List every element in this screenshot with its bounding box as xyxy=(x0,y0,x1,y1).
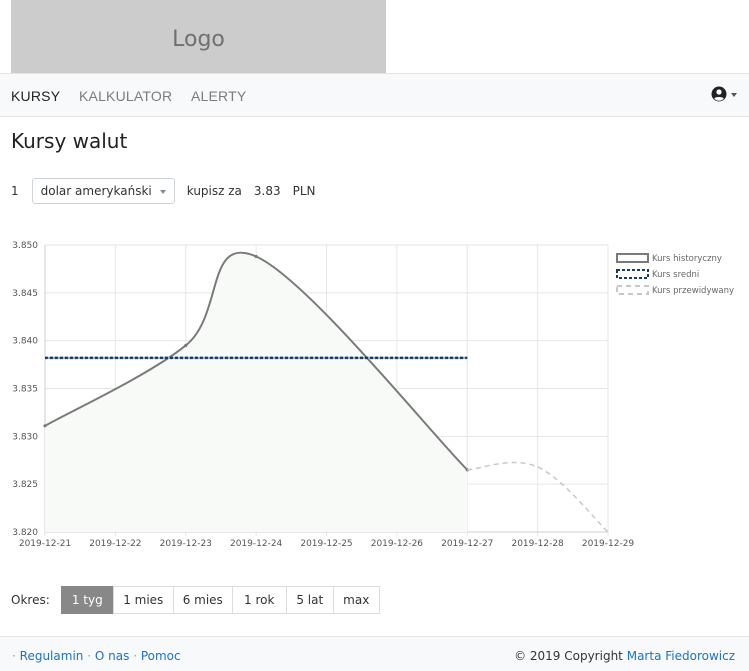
period-button-max[interactable]: max xyxy=(332,586,380,614)
x-tick-label: 2019-12-29 xyxy=(582,539,635,549)
y-tick-label: 3.850 xyxy=(12,241,38,251)
chevron-down-icon xyxy=(159,190,166,194)
x-tick-label: 2019-12-25 xyxy=(300,539,352,549)
y-tick-label: 3.835 xyxy=(12,385,38,395)
period-button-1-rok[interactable]: 1 rok xyxy=(231,586,287,614)
y-tick-label: 3.845 xyxy=(12,289,38,299)
data-point xyxy=(43,424,47,428)
data-point xyxy=(184,343,188,348)
period-selector: Okres: 1 tyg 1 mies 6 mies 1 rok 5 lat m… xyxy=(11,586,380,614)
period-button-6-mies[interactable]: 6 mies xyxy=(172,586,233,614)
nav-alerty[interactable]: ALERTY xyxy=(191,88,246,104)
amount-value[interactable]: 1 xyxy=(11,184,19,198)
x-tick-label: 2019-12-21 xyxy=(19,539,71,549)
author-link[interactable]: Marta Fiedorowicz xyxy=(627,649,735,663)
x-tick-label: 2019-12-24 xyxy=(230,539,283,549)
x-tick-label: 2019-12-28 xyxy=(511,539,564,549)
copyright-text: © 2019 Copyright xyxy=(514,649,623,663)
currency-select[interactable]: dolar amerykański xyxy=(31,178,175,204)
separator: · xyxy=(87,649,92,663)
chevron-down-icon xyxy=(731,93,737,97)
period-button-group: 1 tyg 1 mies 6 mies 1 rok 5 lat max xyxy=(60,586,380,614)
x-tick-label: 2019-12-26 xyxy=(371,539,424,549)
legend-label: Kurs historyczny xyxy=(652,254,722,264)
nav-kursy[interactable]: KURSY xyxy=(11,88,60,104)
separator: · xyxy=(12,649,16,663)
data-point xyxy=(254,254,258,259)
copyright: © 2019 Copyright Marta Fiedorowicz xyxy=(514,649,735,663)
footer-link-pomoc[interactable]: Pomoc xyxy=(141,649,181,663)
buy-label: kupisz za xyxy=(186,184,242,198)
separator: · xyxy=(133,649,138,663)
user-menu[interactable] xyxy=(711,86,737,102)
x-tick-label: 2019-12-23 xyxy=(160,539,212,549)
footer-links: · Regulamin · O nas · Pomoc xyxy=(12,649,181,663)
legend-swatch xyxy=(616,253,649,263)
period-button-1-tyg[interactable]: 1 tyg xyxy=(60,586,114,614)
legend-label: Kurs przewidywany xyxy=(652,286,734,296)
y-tick-label: 3.820 xyxy=(12,528,38,538)
period-label: Okres: xyxy=(11,593,50,607)
target-currency: PLN xyxy=(292,184,316,198)
logo: Logo xyxy=(11,0,386,73)
period-button-5-lat[interactable]: 5 lat xyxy=(285,586,334,614)
legend-swatch xyxy=(616,269,649,279)
period-button-1-mies[interactable]: 1 mies xyxy=(112,586,174,614)
user-circle-icon xyxy=(711,86,727,102)
converter-row: 1 dolar amerykański kupisz za 3.83 PLN xyxy=(11,178,316,204)
footer-link-o-nas[interactable]: O nas xyxy=(95,649,129,663)
navbar: KURSY KALKULATOR ALERTY xyxy=(0,73,749,117)
exchange-rate-chart: 3.8503.8453.8403.8353.8303.8253.8202019-… xyxy=(12,241,734,549)
logo-text: Logo xyxy=(172,27,225,52)
y-tick-label: 3.825 xyxy=(12,480,38,490)
currency-select-value: dolar amerykański xyxy=(40,184,152,198)
rate-value: 3.83 xyxy=(253,184,281,198)
x-tick-label: 2019-12-22 xyxy=(89,539,141,549)
page-title: Kursy walut xyxy=(11,129,128,153)
x-tick-label: 2019-12-27 xyxy=(441,539,493,549)
legend-label: Kurs sredni xyxy=(652,270,699,280)
y-tick-label: 3.830 xyxy=(12,432,38,442)
footer: · Regulamin · O nas · Pomoc © 2019 Copyr… xyxy=(0,636,749,671)
legend-swatch xyxy=(616,285,649,295)
y-tick-label: 3.840 xyxy=(12,337,38,347)
nav-kalkulator[interactable]: KALKULATOR xyxy=(79,88,172,104)
footer-link-regulamin[interactable]: Regulamin xyxy=(20,649,84,663)
